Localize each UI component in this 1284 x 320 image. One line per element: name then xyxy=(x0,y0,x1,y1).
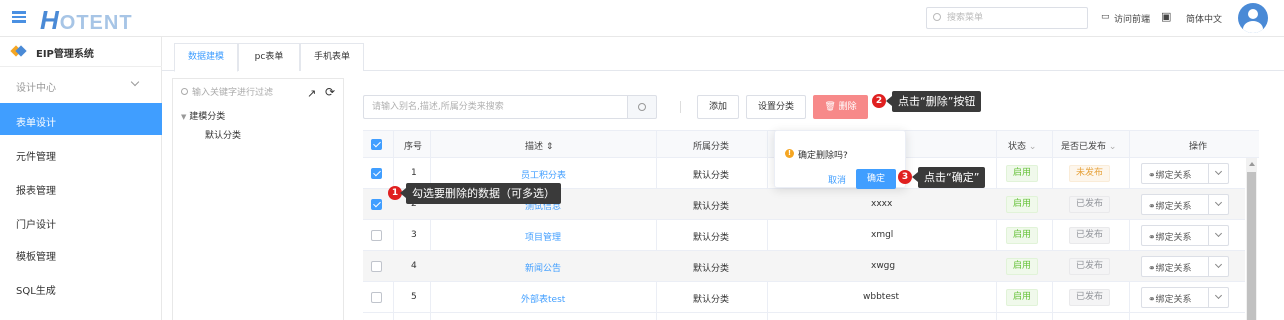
tab-pc-form[interactable]: pc表单 xyxy=(238,43,300,71)
bind-relation-button[interactable]: ⚭绑定关系 xyxy=(1141,225,1229,246)
hamburger-menu-icon[interactable] xyxy=(12,11,26,23)
table-search-input[interactable]: 请输入别名,描述,所属分类来搜索 xyxy=(363,95,627,119)
expand-icon[interactable]: ↗ xyxy=(307,87,316,100)
step-callout-1: 勾选要删除的数据（可多选） xyxy=(400,183,561,204)
monitor-icon: ▭ xyxy=(1101,12,1110,22)
status-badge: 启用 xyxy=(1006,165,1039,182)
sidebar-item-components[interactable]: 元件管理 xyxy=(0,137,162,169)
bind-relation-button[interactable]: ⚭绑定关系 xyxy=(1141,256,1229,277)
table-row[interactable]: 4 新闻公告 默认分类 xwgg 启用 已发布 ⚭绑定关系 xyxy=(363,251,1245,282)
status-badge: 启用 xyxy=(1006,258,1039,275)
row-link[interactable]: 项目管理 xyxy=(525,230,561,243)
fullscreen-icon[interactable]: ▣ xyxy=(1161,10,1171,23)
header-status[interactable]: 状态 ⌄ xyxy=(1008,139,1036,152)
tab-data-modeling[interactable]: 数据建模 xyxy=(174,43,238,72)
row-link[interactable]: 员工积分表 xyxy=(521,168,566,181)
step-callout-3: 点击“确定” xyxy=(911,167,986,188)
search-button[interactable] xyxy=(627,95,657,119)
publish-badge: 已发布 xyxy=(1069,258,1111,275)
row-link[interactable]: 新闻公告 xyxy=(525,261,561,274)
chevron-down-icon xyxy=(1214,167,1223,176)
step-callout-2: 点击“删除”按钮 xyxy=(885,91,982,112)
tree-filter-input[interactable]: 输入关键字进行过滤 xyxy=(181,85,273,98)
publish-badge: 已发布 xyxy=(1069,196,1111,213)
category-tree: 输入关键字进行过滤 ↗ ⟳ ▼ 建模分类 默认分类 xyxy=(172,78,344,320)
confirm-button[interactable]: 确定 xyxy=(856,169,896,189)
row-link[interactable]: 外部表test xyxy=(521,292,565,305)
chevron-down-icon xyxy=(1214,291,1223,300)
step-badge-3: 3 xyxy=(898,170,912,184)
search-icon xyxy=(638,103,646,111)
logo: HOTENT xyxy=(40,5,133,35)
sidebar-item-form-design[interactable]: 表单设计 xyxy=(0,103,162,135)
sidebar-item-templates[interactable]: 模板管理 xyxy=(0,237,162,269)
publish-badge: 已发布 xyxy=(1069,289,1111,306)
row-checkbox[interactable] xyxy=(371,168,382,179)
select-all-checkbox-state xyxy=(371,139,382,150)
status-badge: 启用 xyxy=(1006,227,1039,244)
status-badge: 启用 xyxy=(1006,289,1039,306)
row-checkbox[interactable] xyxy=(371,230,382,241)
cancel-button[interactable]: 取消 xyxy=(828,173,846,186)
search-icon xyxy=(181,88,188,95)
tab-mobile-form[interactable]: 手机表单 xyxy=(300,43,364,71)
search-icon xyxy=(933,13,941,21)
user-avatar[interactable] xyxy=(1238,3,1268,33)
step-badge-2: 2 xyxy=(872,94,886,108)
delete-confirm-popover: ! 确定删除吗? 取消 确定 xyxy=(774,130,906,189)
refresh-icon[interactable]: ⟳ xyxy=(325,85,335,99)
header-description[interactable]: 描述 ⇕ xyxy=(525,139,553,152)
trash-icon: 🗑 xyxy=(824,102,836,112)
sidebar-group-design-center[interactable]: 设计中心 xyxy=(0,67,162,103)
warning-icon: ! xyxy=(785,149,794,158)
add-button[interactable]: 添加 xyxy=(697,95,739,119)
sidebar-item-reports[interactable]: 报表管理 xyxy=(0,171,162,203)
row-checkbox[interactable] xyxy=(371,292,382,303)
table-row[interactable]: 5 外部表test 默认分类 wbbtest 启用 已发布 ⚭绑定关系 xyxy=(363,282,1245,313)
header-published[interactable]: 是否已发布 ⌄ xyxy=(1061,139,1116,152)
sidebar-item-portal[interactable]: 门户设计 xyxy=(0,205,162,237)
tab-bar: 数据建模 pc表单 手机表单 xyxy=(162,37,1284,72)
bind-relation-button[interactable]: ⚭绑定关系 xyxy=(1141,287,1229,308)
chevron-down-icon xyxy=(1214,198,1223,207)
table-scrollbar[interactable] xyxy=(1246,158,1257,320)
bind-relation-button[interactable]: ⚭绑定关系 xyxy=(1141,163,1229,184)
scroll-up-icon xyxy=(1249,162,1255,166)
chevron-down-icon xyxy=(1214,260,1223,269)
menu-search-input[interactable]: 搜索菜单 xyxy=(926,7,1088,29)
publish-badge: 未发布 xyxy=(1069,165,1111,182)
top-header: HOTENT 搜索菜单 ▭ 访问前端 ▣ 简体中文 xyxy=(0,0,1284,37)
sidebar-item-sql[interactable]: SQL生成 xyxy=(0,271,162,303)
publish-badge: 已发布 xyxy=(1069,227,1111,244)
sidebar: EIP管理系统 设计中心 表单设计 元件管理 报表管理 门户设计 模板管理 SQ… xyxy=(0,37,162,320)
tree-node-default[interactable]: 默认分类 xyxy=(205,128,241,141)
system-title: EIP管理系统 xyxy=(0,37,162,67)
status-badge: 启用 xyxy=(1006,196,1039,213)
tree-node-root[interactable]: ▼ 建模分类 xyxy=(181,109,225,122)
chevron-down-icon xyxy=(130,77,140,87)
set-category-button[interactable]: 设置分类 xyxy=(746,95,806,119)
row-checkbox[interactable] xyxy=(371,261,382,272)
bind-relation-button[interactable]: ⚭绑定关系 xyxy=(1141,194,1229,215)
row-checkbox[interactable] xyxy=(371,199,382,210)
visit-frontend-link[interactable]: 访问前端 xyxy=(1114,12,1150,25)
delete-button[interactable]: 🗑 删除 xyxy=(813,95,868,119)
language-switch[interactable]: 简体中文 xyxy=(1186,12,1222,25)
chevron-down-icon xyxy=(1214,229,1223,238)
table-row[interactable]: 3 项目管理 默认分类 xmgl 启用 已发布 ⚭绑定关系 xyxy=(363,220,1245,251)
sort-icon: ⇕ xyxy=(545,142,554,152)
